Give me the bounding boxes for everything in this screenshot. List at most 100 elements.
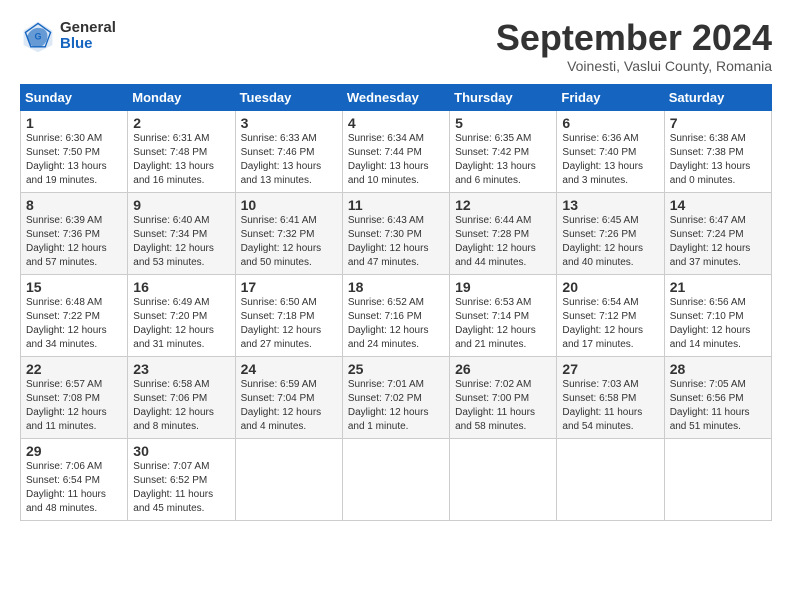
day-number: 27 <box>562 361 658 377</box>
day-number: 26 <box>455 361 551 377</box>
table-row: 11Sunrise: 6:43 AM Sunset: 7:30 PM Dayli… <box>342 192 449 274</box>
day-number: 14 <box>670 197 766 213</box>
logo-general-text: General <box>60 20 116 37</box>
day-number: 24 <box>241 361 337 377</box>
day-info: Sunrise: 7:07 AM Sunset: 6:52 PM Dayligh… <box>133 460 229 516</box>
table-row: 22Sunrise: 6:57 AM Sunset: 7:08 PM Dayli… <box>21 356 128 438</box>
header-tuesday: Tuesday <box>235 84 342 110</box>
table-row: 14Sunrise: 6:47 AM Sunset: 7:24 PM Dayli… <box>664 192 771 274</box>
table-row: 21Sunrise: 6:56 AM Sunset: 7:10 PM Dayli… <box>664 274 771 356</box>
day-number: 13 <box>562 197 658 213</box>
day-info: Sunrise: 6:38 AM Sunset: 7:38 PM Dayligh… <box>670 132 766 188</box>
table-row: 18Sunrise: 6:52 AM Sunset: 7:16 PM Dayli… <box>342 274 449 356</box>
table-row: 26Sunrise: 7:02 AM Sunset: 7:00 PM Dayli… <box>450 356 557 438</box>
table-row: 8Sunrise: 6:39 AM Sunset: 7:36 PM Daylig… <box>21 192 128 274</box>
day-info: Sunrise: 6:34 AM Sunset: 7:44 PM Dayligh… <box>348 132 444 188</box>
day-info: Sunrise: 7:05 AM Sunset: 6:56 PM Dayligh… <box>670 378 766 434</box>
day-info: Sunrise: 6:59 AM Sunset: 7:04 PM Dayligh… <box>241 378 337 434</box>
day-info: Sunrise: 6:50 AM Sunset: 7:18 PM Dayligh… <box>241 296 337 352</box>
logo: G General Blue <box>20 18 116 54</box>
day-info: Sunrise: 6:43 AM Sunset: 7:30 PM Dayligh… <box>348 214 444 270</box>
day-number: 17 <box>241 279 337 295</box>
day-info: Sunrise: 6:39 AM Sunset: 7:36 PM Dayligh… <box>26 214 122 270</box>
header-friday: Friday <box>557 84 664 110</box>
calendar-week-row: 1Sunrise: 6:30 AM Sunset: 7:50 PM Daylig… <box>21 110 772 192</box>
day-info: Sunrise: 7:02 AM Sunset: 7:00 PM Dayligh… <box>455 378 551 434</box>
day-number: 15 <box>26 279 122 295</box>
day-number: 16 <box>133 279 229 295</box>
table-row: 24Sunrise: 6:59 AM Sunset: 7:04 PM Dayli… <box>235 356 342 438</box>
day-info: Sunrise: 6:54 AM Sunset: 7:12 PM Dayligh… <box>562 296 658 352</box>
day-info: Sunrise: 6:41 AM Sunset: 7:32 PM Dayligh… <box>241 214 337 270</box>
day-number: 6 <box>562 115 658 131</box>
day-info: Sunrise: 6:40 AM Sunset: 7:34 PM Dayligh… <box>133 214 229 270</box>
table-row: 29Sunrise: 7:06 AM Sunset: 6:54 PM Dayli… <box>21 438 128 520</box>
day-number: 28 <box>670 361 766 377</box>
day-info: Sunrise: 6:36 AM Sunset: 7:40 PM Dayligh… <box>562 132 658 188</box>
day-number: 7 <box>670 115 766 131</box>
table-row: 10Sunrise: 6:41 AM Sunset: 7:32 PM Dayli… <box>235 192 342 274</box>
day-info: Sunrise: 6:56 AM Sunset: 7:10 PM Dayligh… <box>670 296 766 352</box>
day-info: Sunrise: 7:01 AM Sunset: 7:02 PM Dayligh… <box>348 378 444 434</box>
day-number: 1 <box>26 115 122 131</box>
calendar-week-row: 29Sunrise: 7:06 AM Sunset: 6:54 PM Dayli… <box>21 438 772 520</box>
calendar-week-row: 22Sunrise: 6:57 AM Sunset: 7:08 PM Dayli… <box>21 356 772 438</box>
day-info: Sunrise: 7:06 AM Sunset: 6:54 PM Dayligh… <box>26 460 122 516</box>
day-number: 3 <box>241 115 337 131</box>
day-number: 9 <box>133 197 229 213</box>
table-row: 30Sunrise: 7:07 AM Sunset: 6:52 PM Dayli… <box>128 438 235 520</box>
day-number: 25 <box>348 361 444 377</box>
day-info: Sunrise: 6:52 AM Sunset: 7:16 PM Dayligh… <box>348 296 444 352</box>
day-info: Sunrise: 6:58 AM Sunset: 7:06 PM Dayligh… <box>133 378 229 434</box>
day-info: Sunrise: 6:48 AM Sunset: 7:22 PM Dayligh… <box>26 296 122 352</box>
day-info: Sunrise: 6:31 AM Sunset: 7:48 PM Dayligh… <box>133 132 229 188</box>
table-row: 13Sunrise: 6:45 AM Sunset: 7:26 PM Dayli… <box>557 192 664 274</box>
header-saturday: Saturday <box>664 84 771 110</box>
day-number: 20 <box>562 279 658 295</box>
header: G General Blue September 2024 Voinesti, … <box>20 18 772 74</box>
day-info: Sunrise: 6:44 AM Sunset: 7:28 PM Dayligh… <box>455 214 551 270</box>
table-row: 6Sunrise: 6:36 AM Sunset: 7:40 PM Daylig… <box>557 110 664 192</box>
page: G General Blue September 2024 Voinesti, … <box>0 0 792 612</box>
day-info: Sunrise: 6:53 AM Sunset: 7:14 PM Dayligh… <box>455 296 551 352</box>
day-info: Sunrise: 7:03 AM Sunset: 6:58 PM Dayligh… <box>562 378 658 434</box>
calendar-week-row: 15Sunrise: 6:48 AM Sunset: 7:22 PM Dayli… <box>21 274 772 356</box>
day-info: Sunrise: 6:57 AM Sunset: 7:08 PM Dayligh… <box>26 378 122 434</box>
table-row: 12Sunrise: 6:44 AM Sunset: 7:28 PM Dayli… <box>450 192 557 274</box>
calendar-table: Sunday Monday Tuesday Wednesday Thursday… <box>20 84 772 521</box>
day-info: Sunrise: 6:45 AM Sunset: 7:26 PM Dayligh… <box>562 214 658 270</box>
table-row <box>664 438 771 520</box>
day-number: 4 <box>348 115 444 131</box>
subtitle: Voinesti, Vaslui County, Romania <box>496 58 772 74</box>
header-monday: Monday <box>128 84 235 110</box>
table-row: 15Sunrise: 6:48 AM Sunset: 7:22 PM Dayli… <box>21 274 128 356</box>
day-number: 19 <box>455 279 551 295</box>
table-row: 5Sunrise: 6:35 AM Sunset: 7:42 PM Daylig… <box>450 110 557 192</box>
day-number: 22 <box>26 361 122 377</box>
table-row: 25Sunrise: 7:01 AM Sunset: 7:02 PM Dayli… <box>342 356 449 438</box>
table-row: 2Sunrise: 6:31 AM Sunset: 7:48 PM Daylig… <box>128 110 235 192</box>
table-row: 28Sunrise: 7:05 AM Sunset: 6:56 PM Dayli… <box>664 356 771 438</box>
svg-text:G: G <box>34 32 41 42</box>
day-number: 5 <box>455 115 551 131</box>
header-thursday: Thursday <box>450 84 557 110</box>
day-info: Sunrise: 6:47 AM Sunset: 7:24 PM Dayligh… <box>670 214 766 270</box>
day-number: 11 <box>348 197 444 213</box>
day-number: 23 <box>133 361 229 377</box>
table-row <box>557 438 664 520</box>
day-info: Sunrise: 6:30 AM Sunset: 7:50 PM Dayligh… <box>26 132 122 188</box>
table-row: 4Sunrise: 6:34 AM Sunset: 7:44 PM Daylig… <box>342 110 449 192</box>
table-row: 23Sunrise: 6:58 AM Sunset: 7:06 PM Dayli… <box>128 356 235 438</box>
table-row <box>235 438 342 520</box>
table-row: 17Sunrise: 6:50 AM Sunset: 7:18 PM Dayli… <box>235 274 342 356</box>
table-row: 19Sunrise: 6:53 AM Sunset: 7:14 PM Dayli… <box>450 274 557 356</box>
table-row: 27Sunrise: 7:03 AM Sunset: 6:58 PM Dayli… <box>557 356 664 438</box>
day-number: 10 <box>241 197 337 213</box>
table-row <box>342 438 449 520</box>
day-info: Sunrise: 6:35 AM Sunset: 7:42 PM Dayligh… <box>455 132 551 188</box>
logo-blue-text: Blue <box>60 36 116 53</box>
day-number: 12 <box>455 197 551 213</box>
logo-text: General Blue <box>60 20 116 53</box>
day-info: Sunrise: 6:33 AM Sunset: 7:46 PM Dayligh… <box>241 132 337 188</box>
table-row: 3Sunrise: 6:33 AM Sunset: 7:46 PM Daylig… <box>235 110 342 192</box>
